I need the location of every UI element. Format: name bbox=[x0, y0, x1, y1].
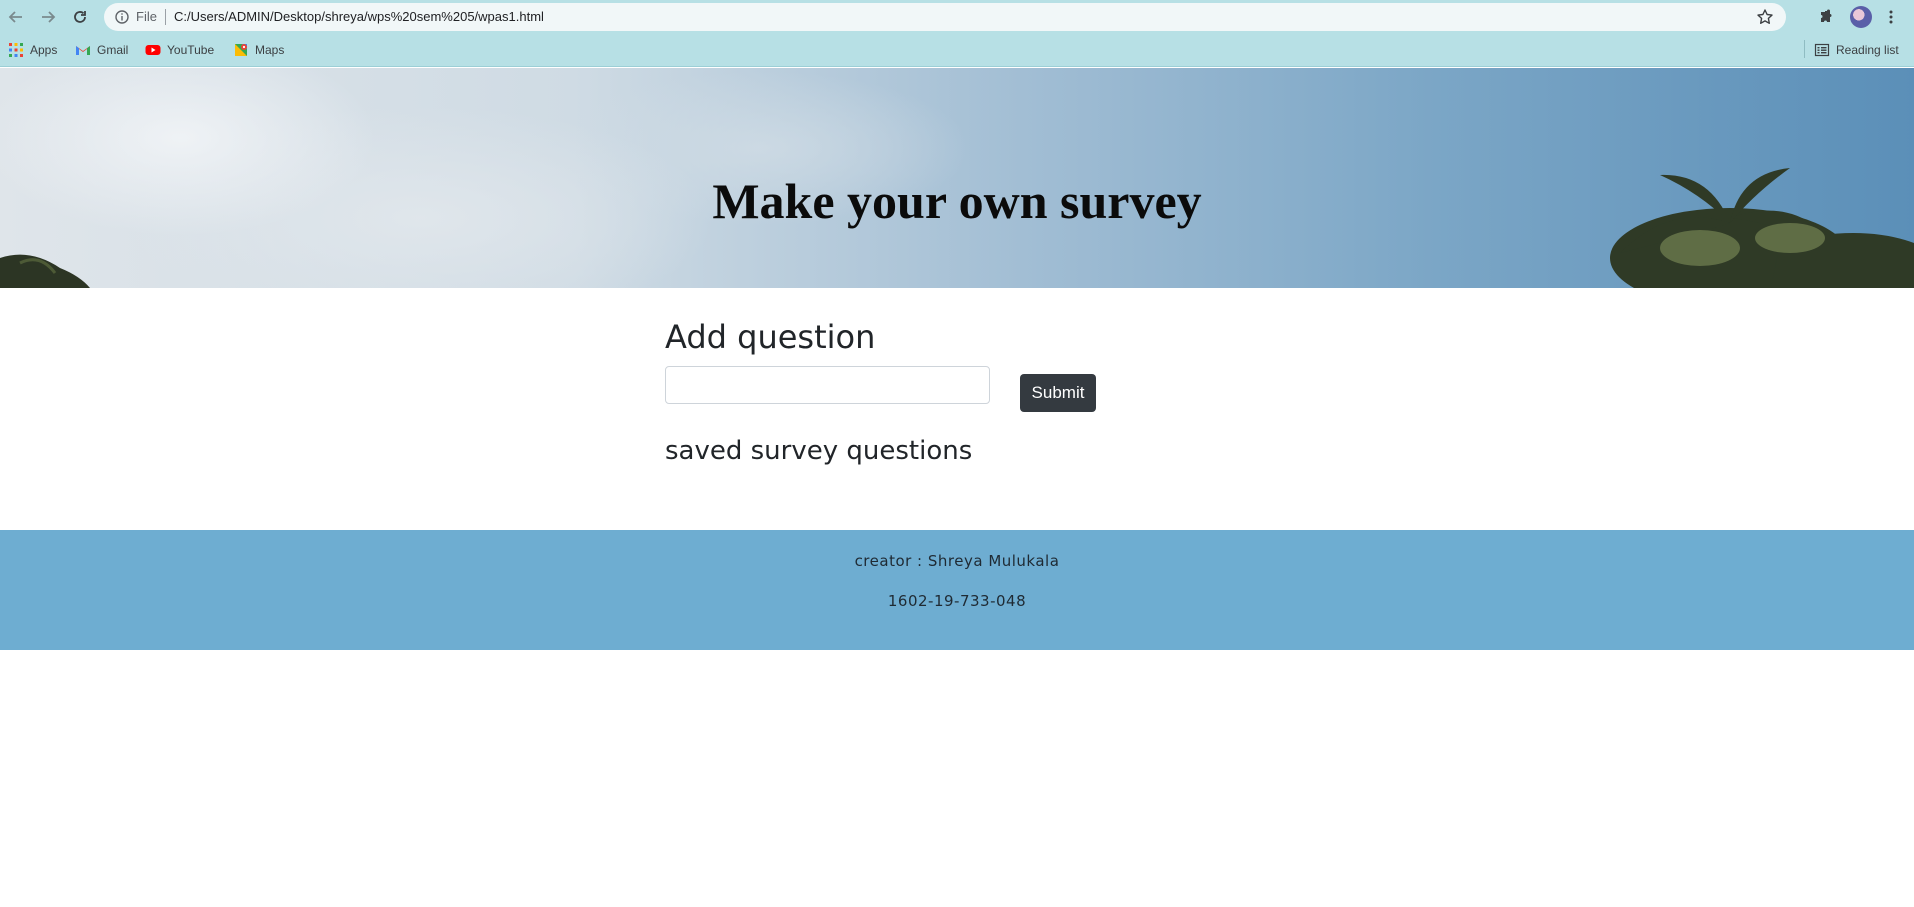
bookmark-label: Apps bbox=[30, 43, 58, 57]
menu-button[interactable] bbox=[1880, 6, 1902, 28]
maps-icon bbox=[235, 44, 247, 56]
youtube-icon bbox=[145, 45, 161, 55]
url-scheme-label: File bbox=[136, 9, 157, 24]
add-question-heading: Add question bbox=[665, 318, 876, 356]
reading-list-label: Reading list bbox=[1836, 43, 1899, 57]
bookmark-label: Maps bbox=[255, 43, 285, 57]
arrow-right-icon bbox=[42, 11, 56, 23]
bookmarks-divider bbox=[1804, 40, 1805, 58]
reload-button[interactable] bbox=[68, 5, 92, 29]
bookmark-label: Gmail bbox=[97, 43, 129, 57]
reading-list-icon bbox=[1814, 43, 1830, 57]
page-title: Make your own survey bbox=[712, 173, 1202, 229]
bookmark-apps[interactable]: Apps bbox=[8, 41, 57, 59]
apps-grid-icon bbox=[9, 43, 23, 57]
student-id-text: 1602-19-733-048 bbox=[887, 592, 1027, 610]
profile-avatar[interactable] bbox=[1850, 6, 1872, 28]
page-content: Make your own survey Add question Submit… bbox=[0, 68, 1914, 907]
url-text[interactable]: C:/Users/ADMIN/Desktop/shreya/wps%20sem%… bbox=[174, 9, 544, 24]
reload-icon bbox=[74, 11, 86, 23]
extensions-button[interactable] bbox=[1816, 6, 1838, 28]
kebab-menu-icon bbox=[1889, 10, 1893, 24]
gmail-icon bbox=[76, 46, 90, 55]
creator-text: creator : Shreya Mulukala bbox=[854, 552, 1060, 570]
puzzle-icon bbox=[1821, 9, 1832, 22]
submit-button[interactable]: Submit bbox=[1020, 374, 1096, 412]
back-button[interactable] bbox=[4, 5, 28, 29]
address-bar[interactable]: File C:/Users/ADMIN/Desktop/shreya/wps%2… bbox=[104, 3, 1786, 31]
bookmark-youtube[interactable]: YouTube bbox=[145, 41, 214, 59]
bookmark-maps[interactable]: Maps bbox=[233, 41, 284, 59]
bookmark-gmail[interactable]: Gmail bbox=[75, 41, 128, 59]
bookmark-star-icon[interactable] bbox=[1756, 8, 1774, 26]
info-icon[interactable] bbox=[114, 9, 130, 25]
arrow-left-icon bbox=[8, 11, 22, 23]
reading-list-button[interactable]: Reading list bbox=[1814, 41, 1899, 59]
footer: creator : Shreya Mulukala 1602-19-733-04… bbox=[0, 530, 1914, 650]
saved-questions-heading: saved survey questions bbox=[665, 436, 973, 466]
bookmark-label: YouTube bbox=[167, 43, 215, 57]
palm-leaves-image bbox=[0, 254, 90, 288]
bookmarks-bar: Apps Gmail YouTube Maps bbox=[0, 34, 1914, 67]
question-input[interactable] bbox=[665, 366, 990, 404]
hero-banner: Make your own survey bbox=[0, 68, 1914, 288]
url-divider bbox=[165, 9, 166, 25]
browser-toolbar: File C:/Users/ADMIN/Desktop/shreya/wps%2… bbox=[0, 0, 1914, 34]
forward-button[interactable] bbox=[36, 5, 60, 29]
